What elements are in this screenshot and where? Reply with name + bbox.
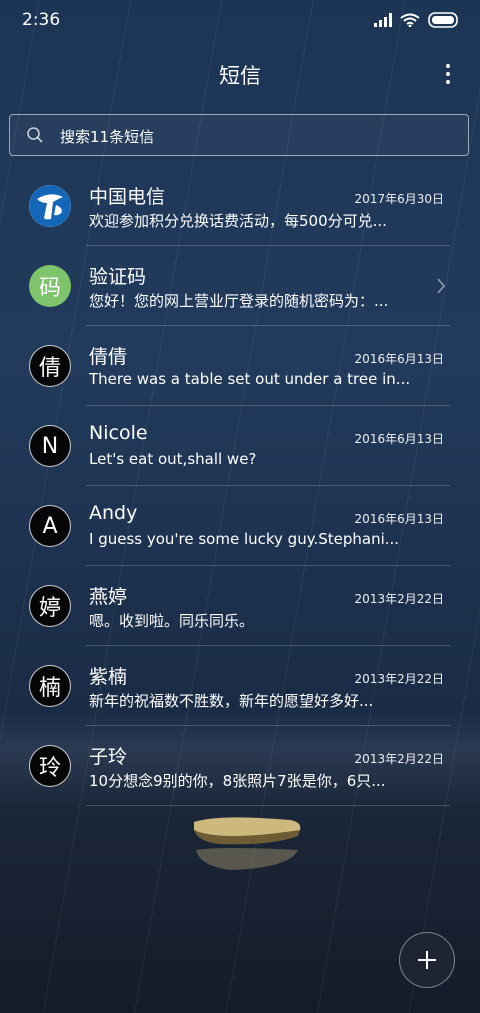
message-preview: 您好！您的网上营业厅登录的随机密码为：... xyxy=(89,292,389,310)
message-date: 2013年2月22日 xyxy=(354,592,444,606)
message-preview: 新年的祝福数不胜数，新年的愿望好多好... xyxy=(89,692,374,710)
contact-name: Nicole xyxy=(89,422,148,444)
status-bar: 2:36 xyxy=(0,0,480,42)
message-date: 2016年6月13日 xyxy=(354,352,444,366)
avatar: 婷 xyxy=(29,585,71,627)
conversation-row-1[interactable]: 中国电信 2017年6月30日 欢迎参加积分兑换话费活动，每500分可兑... xyxy=(0,166,480,246)
search-icon xyxy=(27,127,43,143)
conversation-row-4[interactable]: N Nicole 2016年6月13日 Let's eat out,shall … xyxy=(0,406,480,486)
avatar: 玲 xyxy=(29,745,71,787)
search-bar[interactable]: 搜索11条短信 xyxy=(9,114,469,156)
message-preview: Let's eat out,shall we? xyxy=(89,450,257,468)
signal-icon xyxy=(374,13,392,27)
battery-icon xyxy=(428,12,458,28)
message-date: 2013年2月22日 xyxy=(354,672,444,686)
message-preview: 欢迎参加积分兑换话费活动，每500分可兑... xyxy=(89,212,387,230)
message-preview: I guess you're some lucky guy.Stephani..… xyxy=(89,530,400,548)
contact-name: 验证码 xyxy=(89,266,147,288)
contact-name: 中国电信 xyxy=(89,186,166,208)
message-date: 2017年6月30日 xyxy=(354,192,444,206)
more-vertical-icon[interactable] xyxy=(444,64,452,84)
avatar: 倩 xyxy=(29,345,71,387)
boat-wallpaper-image xyxy=(194,817,301,870)
message-preview: 10分想念9别的你，8张照片7张是你，6只... xyxy=(89,772,386,790)
contact-name: Andy xyxy=(89,502,138,524)
chevron-right-icon xyxy=(437,278,446,294)
message-date: 2016年6月13日 xyxy=(354,432,444,446)
avatar: N xyxy=(29,425,71,467)
conversation-row-5[interactable]: A Andy 2016年6月13日 I guess you're some lu… xyxy=(0,486,480,566)
new-message-button[interactable] xyxy=(399,932,455,988)
message-preview: 嗯。收到啦。同乐同乐。 xyxy=(89,612,255,630)
avatar: 楠 xyxy=(29,665,71,707)
conversation-row-3[interactable]: 倩 倩倩 2016年6月13日 There was a table set ou… xyxy=(0,326,480,406)
wifi-icon xyxy=(400,13,420,27)
avatar: 码 xyxy=(29,265,71,307)
plus-icon xyxy=(418,951,436,969)
conversation-list: 中国电信 2017年6月30日 欢迎参加积分兑换话费活动，每500分可兑... … xyxy=(0,166,480,806)
status-time: 2:36 xyxy=(22,10,61,30)
message-date: 2016年6月13日 xyxy=(354,512,444,526)
conversation-row-6[interactable]: 婷 燕婷 2013年2月22日 嗯。收到啦。同乐同乐。 xyxy=(0,566,480,646)
search-placeholder: 搜索11条短信 xyxy=(60,128,155,146)
contact-name: 燕婷 xyxy=(89,586,128,608)
contact-name: 倩倩 xyxy=(89,346,128,368)
conversation-row-2[interactable]: 码 验证码 您好！您的网上营业厅登录的随机密码为：... xyxy=(0,246,480,326)
conversation-row-8[interactable]: 玲 子玲 2013年2月22日 10分想念9别的你，8张照片7张是你，6只... xyxy=(0,726,480,806)
page-title: 短信 xyxy=(219,64,261,88)
china-telecom-logo-icon xyxy=(29,185,71,227)
contact-name: 子玲 xyxy=(89,746,128,768)
avatar: A xyxy=(29,505,71,547)
message-date: 2013年2月22日 xyxy=(354,752,444,766)
message-preview: There was a table set out under a tree i… xyxy=(89,370,409,388)
conversation-row-7[interactable]: 楠 紫楠 2013年2月22日 新年的祝福数不胜数，新年的愿望好多好... xyxy=(0,646,480,726)
contact-name: 紫楠 xyxy=(89,666,128,688)
